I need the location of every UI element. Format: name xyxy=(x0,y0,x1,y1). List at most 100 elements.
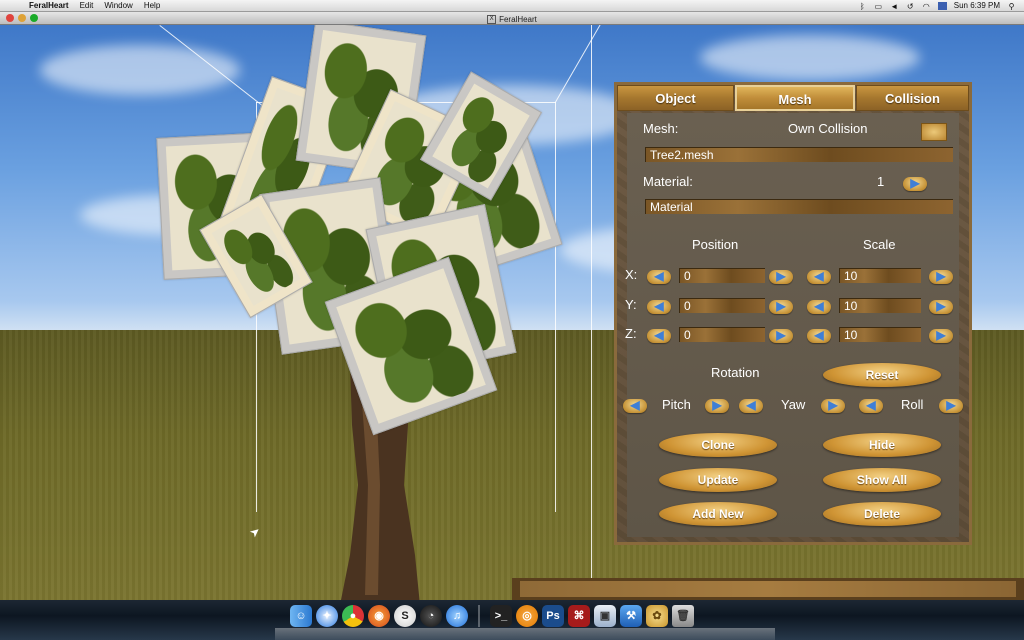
scale-x-increase-arrow[interactable] xyxy=(929,269,953,284)
menu-help[interactable]: Help xyxy=(144,0,160,11)
position-z-field[interactable]: 0 xyxy=(679,327,765,342)
menu-window[interactable]: Window xyxy=(104,0,132,11)
finder-icon[interactable]: ☺ xyxy=(290,605,312,627)
position-heading: Position xyxy=(692,237,739,252)
update-button[interactable]: Update xyxy=(659,468,777,492)
material-index: 1 xyxy=(877,174,885,189)
mesh-name-field[interactable]: Tree2.mesh xyxy=(645,147,953,162)
xcode-icon[interactable]: ⚒ xyxy=(620,605,642,627)
yaw-increase-arrow[interactable] xyxy=(821,398,845,413)
scale-z-field[interactable]: 10 xyxy=(839,327,921,342)
spotlight-icon[interactable]: ⚲ xyxy=(1007,2,1016,11)
close-window-button[interactable] xyxy=(6,14,14,22)
x-axis-label: X: xyxy=(625,267,638,282)
position-y-field[interactable]: 0 xyxy=(679,298,765,313)
chrome-icon[interactable]: ● xyxy=(342,605,364,627)
scale-heading: Scale xyxy=(863,237,896,252)
scale-x-field[interactable]: 10 xyxy=(839,268,921,283)
photoshop-icon-label: Ps xyxy=(546,610,560,622)
reset-rotation-button[interactable]: Reset xyxy=(823,363,941,387)
adobe-reader-icon[interactable]: ⌘ xyxy=(568,605,590,627)
mesh-tab-content: Mesh: Own Collision Tree2.mesh Material:… xyxy=(623,113,963,537)
position-z-decrease-arrow[interactable] xyxy=(647,328,671,343)
mesh-label: Mesh: xyxy=(643,121,679,136)
roll-increase-arrow[interactable] xyxy=(939,398,963,413)
cloud xyxy=(700,35,920,80)
status-area: ᛒ ▭ ◄ ↺ ◠ Sun 6:39 PM ⚲ xyxy=(858,0,1016,11)
pitch-decrease-arrow[interactable] xyxy=(623,398,647,413)
hide-button[interactable]: Hide xyxy=(823,433,941,457)
scale-y-field[interactable]: 10 xyxy=(839,298,921,313)
position-x-decrease-arrow[interactable] xyxy=(647,269,671,284)
material-label: Material: xyxy=(643,174,693,189)
terminal-icon[interactable]: >_ xyxy=(490,605,512,627)
window-title-text: FeralHeart xyxy=(499,14,537,24)
position-y-increase-arrow[interactable] xyxy=(769,299,793,314)
scale-y-decrease-arrow[interactable] xyxy=(807,299,831,314)
tab-collision[interactable]: Collision xyxy=(856,85,969,111)
firefox-icon[interactable]: ◉ xyxy=(368,605,390,627)
z-axis-label: Z: xyxy=(625,326,637,341)
menu-edit[interactable]: Edit xyxy=(80,0,94,11)
scale-y-increase-arrow[interactable] xyxy=(929,299,953,314)
clone-button[interactable]: Clone xyxy=(659,433,777,457)
preview-icon[interactable]: ▣ xyxy=(594,605,616,627)
window-title: X FeralHeart xyxy=(487,14,537,26)
volume-icon[interactable]: ◄ xyxy=(890,2,899,11)
time-machine-icon[interactable]: ↺ xyxy=(906,2,915,11)
photoshop-icon[interactable]: Ps xyxy=(542,605,564,627)
rotation-heading: Rotation xyxy=(711,365,760,380)
bounding-box-edge xyxy=(555,102,556,512)
minimize-window-button[interactable] xyxy=(18,14,26,22)
own-collision-checkbox[interactable] xyxy=(921,123,947,141)
pitch-label: Pitch xyxy=(662,397,691,412)
add-new-button[interactable]: Add New xyxy=(659,502,777,526)
delete-button[interactable]: Delete xyxy=(823,502,941,526)
position-z-increase-arrow[interactable] xyxy=(769,328,793,343)
itunes-icon[interactable]: ♫ xyxy=(446,605,468,627)
chat-input[interactable] xyxy=(520,581,1016,597)
roll-label: Roll xyxy=(901,397,924,412)
dock: ☺ ✦ ● ◉ S ◔ ♫ >_ ◎ Ps ⌘ ▣ ⚒ ✿ 🗑 xyxy=(0,600,1024,640)
feralheart-icon[interactable]: ✿ xyxy=(646,605,668,627)
show-all-button[interactable]: Show All xyxy=(823,468,941,492)
blender-icon[interactable]: ◎ xyxy=(516,605,538,627)
position-x-increase-arrow[interactable] xyxy=(769,269,793,284)
yaw-decrease-arrow[interactable] xyxy=(739,398,763,413)
roll-decrease-arrow[interactable] xyxy=(859,398,883,413)
scale-z-decrease-arrow[interactable] xyxy=(807,328,831,343)
material-next-arrow[interactable] xyxy=(903,176,927,191)
window-titlebar: X FeralHeart xyxy=(0,12,1024,25)
y-axis-label: Y: xyxy=(625,297,637,312)
pitch-increase-arrow[interactable] xyxy=(705,398,729,413)
bounding-box-edge xyxy=(591,25,592,600)
scale-z-increase-arrow[interactable] xyxy=(929,328,953,343)
menu-list: FeralHeart Edit Window Help xyxy=(29,0,160,11)
menubar: FeralHeart Edit Window Help ᛒ ▭ ◄ ↺ ◠ Su… xyxy=(0,0,1024,12)
position-y-decrease-arrow[interactable] xyxy=(647,299,671,314)
bluetooth-icon[interactable]: ᛒ xyxy=(858,2,867,11)
dashboard-icon[interactable]: ◔ xyxy=(420,605,442,627)
flag-icon[interactable] xyxy=(937,1,947,10)
safari-icon[interactable]: ✦ xyxy=(316,605,338,627)
clock[interactable]: Sun 6:39 PM xyxy=(954,0,1000,11)
scale-x-decrease-arrow[interactable] xyxy=(807,269,831,284)
object-editor-panel: Object Mesh Collision Mesh: Own Collisio… xyxy=(614,82,972,545)
wifi-icon[interactable]: ◠ xyxy=(922,2,931,11)
menu-app-name[interactable]: FeralHeart xyxy=(29,0,69,11)
chat-bar xyxy=(512,578,1024,600)
tab-object[interactable]: Object xyxy=(617,85,734,111)
position-x-field[interactable]: 0 xyxy=(679,268,765,283)
display-icon[interactable]: ▭ xyxy=(874,2,883,11)
cloud xyxy=(40,45,240,95)
own-collision-label: Own Collision xyxy=(788,121,868,136)
trash-icon[interactable]: 🗑 xyxy=(672,605,694,627)
skype-icon[interactable]: S xyxy=(394,605,416,627)
zoom-window-button[interactable] xyxy=(30,14,38,22)
material-name-field[interactable]: Material xyxy=(645,199,953,214)
dock-shelf xyxy=(275,628,775,640)
tab-mesh[interactable]: Mesh xyxy=(735,85,855,111)
dock-separator xyxy=(478,605,480,627)
yaw-label: Yaw xyxy=(781,397,806,412)
x11-icon: X xyxy=(487,15,497,24)
